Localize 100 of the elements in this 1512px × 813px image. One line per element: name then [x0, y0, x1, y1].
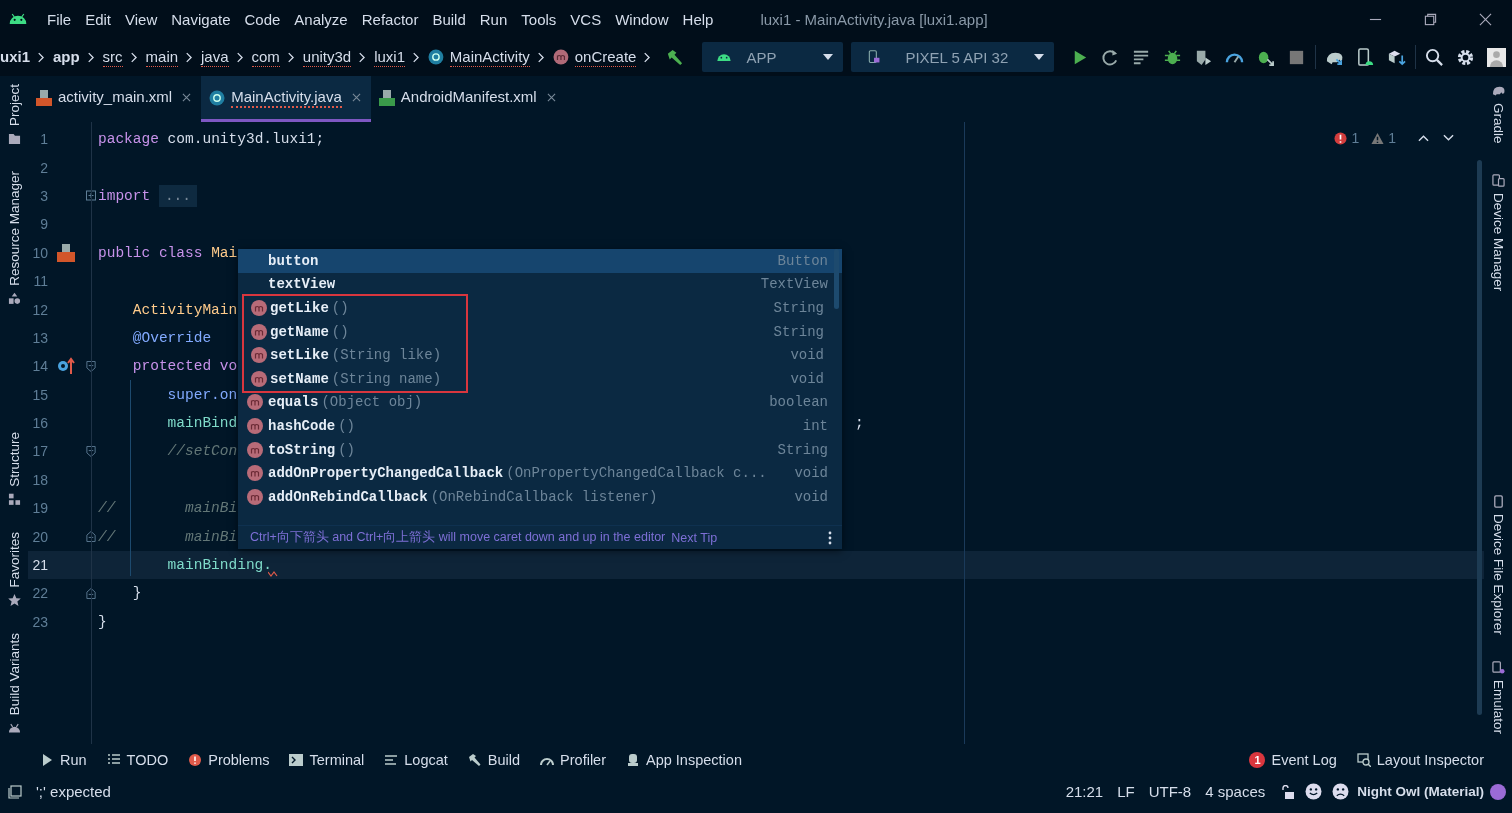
fold-icon[interactable] [86, 360, 96, 372]
menu-item[interactable]: Help [675, 10, 721, 28]
completion-item[interactable]: getLike () String [244, 296, 838, 320]
settings-icon[interactable] [1456, 47, 1475, 67]
completion-item[interactable]: setName (String name) void [244, 366, 838, 391]
close-icon[interactable] [1479, 12, 1492, 26]
tool-window-tab[interactable]: Device Manager [1490, 171, 1506, 293]
avatar-icon[interactable] [1487, 47, 1506, 67]
next-tip-link[interactable]: Next Tip [671, 530, 718, 545]
breadcrumb-item[interactable]: main [145, 47, 179, 67]
scrollbar[interactable] [834, 249, 839, 309]
tool-window-tab[interactable]: Build Variants [6, 630, 22, 736]
status-item[interactable]: 21:21 [1065, 783, 1104, 800]
tool-window-tab[interactable]: Favorites [6, 530, 22, 609]
menu-item[interactable]: Code [237, 10, 288, 28]
close-icon[interactable] [182, 93, 192, 102]
menu-item[interactable]: View [118, 10, 165, 28]
menu-item[interactable]: Run [472, 10, 515, 28]
menu-item[interactable]: Edit [78, 10, 119, 28]
chevron-icon [37, 51, 44, 63]
breadcrumb-item[interactable]: app [52, 47, 80, 67]
override-icon[interactable] [57, 357, 75, 376]
breadcrumb-item[interactable]: unity3d [302, 47, 352, 67]
tool-window-button[interactable]: Problems [178, 751, 280, 768]
completion-item[interactable]: equals (Object obj) boolean [238, 390, 842, 415]
frown-icon[interactable] [1332, 783, 1350, 800]
tool-window-button[interactable]: Layout Inspector [1346, 751, 1494, 768]
breadcrumb-item[interactable]: MainActivity [449, 47, 530, 67]
structure-icon [7, 493, 21, 507]
fold-end-icon[interactable] [86, 587, 96, 599]
tool-window-button[interactable]: Run [30, 751, 97, 768]
completion-item[interactable]: addOnRebindCallback (OnRebindCallback listener) void [238, 484, 842, 509]
more-icon[interactable] [828, 530, 832, 545]
tool-window-tab[interactable]: Gradle [1490, 82, 1506, 146]
expand-fold-icon[interactable] [86, 190, 96, 202]
editor-tab[interactable]: AndroidManifest.xml [370, 76, 566, 122]
search-icon[interactable] [1425, 47, 1444, 67]
tool-window-button[interactable]: TODO [96, 751, 179, 768]
device-dropdown[interactable]: PIXEL 5 API 32 [851, 42, 1054, 72]
smile-icon[interactable] [1305, 783, 1323, 800]
breadcrumb-item[interactable]: uxi1 [0, 47, 30, 67]
hammer-icon[interactable] [665, 47, 685, 67]
completion-item[interactable]: addOnPropertyChangedCallback (OnPropertyChangedCallback c... void [238, 461, 842, 485]
editor-tab[interactable]: MainActivity.java [201, 76, 371, 122]
restart-icon[interactable] [1101, 47, 1120, 67]
fold-end-icon[interactable] [86, 531, 96, 543]
fold-icon[interactable] [86, 446, 96, 457]
theme-name[interactable]: Night Owl (Material) [1357, 784, 1484, 799]
menu-item[interactable]: Analyze [287, 10, 355, 28]
editor-tab[interactable]: activity_main.xml [28, 76, 202, 122]
breadcrumb-item[interactable]: com [251, 47, 280, 67]
chevron-icon [235, 51, 243, 63]
run-config-dropdown[interactable]: APP [702, 42, 844, 72]
tool-window-tab[interactable]: Structure [6, 430, 22, 509]
tool-window-tab[interactable]: Resource Manager [6, 169, 22, 307]
completion-item[interactable]: setLike (String like) void [244, 343, 838, 367]
menu-item[interactable]: Refactor [354, 10, 426, 28]
completion-item[interactable]: toString () String [238, 437, 842, 462]
phone-icon[interactable] [1356, 47, 1375, 67]
tool-window-button[interactable]: Logcat [374, 751, 458, 768]
close-icon[interactable] [351, 93, 361, 102]
menu-item[interactable]: Build [425, 10, 473, 28]
menu-item[interactable]: File [40, 10, 79, 28]
status-item[interactable]: UTF-8 [1148, 783, 1192, 800]
breadcrumb-item[interactable]: src [102, 47, 123, 67]
tool-window-tab[interactable]: Project [6, 82, 22, 148]
tool-window-button[interactable]: Profiler [530, 751, 616, 768]
completion-item[interactable]: hashCode () int [238, 414, 842, 438]
menu-item[interactable]: Navigate [164, 10, 238, 28]
build-icon [467, 752, 482, 767]
menu-item[interactable]: Tools [514, 10, 564, 28]
problems-icon [188, 752, 203, 767]
completion-item[interactable]: getName () String [244, 319, 838, 344]
class-icon [209, 89, 226, 106]
breadcrumb-item[interactable]: java [201, 47, 229, 67]
status-item[interactable]: 4 spaces [1205, 783, 1266, 800]
close-icon[interactable] [546, 93, 556, 102]
warning-icon[interactable] [1371, 131, 1385, 145]
code-text: mainBi [185, 527, 238, 547]
tool-window-tab[interactable]: Emulator [1490, 658, 1506, 736]
tool-window-button[interactable]: 1 Event Log [1239, 751, 1347, 768]
completion-item[interactable]: textView TextView [238, 272, 842, 297]
class-gutter-icon[interactable] [57, 243, 75, 262]
method-icon [552, 49, 569, 65]
panel-toggle-icon[interactable] [8, 784, 22, 799]
breadcrumb-item[interactable]: luxi1 [374, 47, 405, 67]
menu-item[interactable]: Window [608, 10, 676, 28]
completion-item[interactable]: button Button [238, 249, 842, 273]
scrollbar[interactable] [1477, 160, 1482, 715]
tool-window-tab[interactable]: Device File Explorer [1490, 493, 1506, 637]
unlock-icon[interactable] [1281, 784, 1296, 799]
error-icon[interactable] [1334, 131, 1348, 145]
status-item[interactable]: LF [1117, 783, 1135, 800]
tool-window-button[interactable]: Terminal [279, 751, 375, 768]
restore-icon[interactable] [1424, 12, 1437, 26]
tool-window-button[interactable]: Build [457, 751, 531, 768]
tool-window-button[interactable]: App Inspection [616, 751, 752, 768]
line-number: 23 [31, 613, 48, 630]
breadcrumb-item[interactable]: onCreate [574, 47, 637, 67]
menu-item[interactable]: VCS [563, 10, 609, 28]
